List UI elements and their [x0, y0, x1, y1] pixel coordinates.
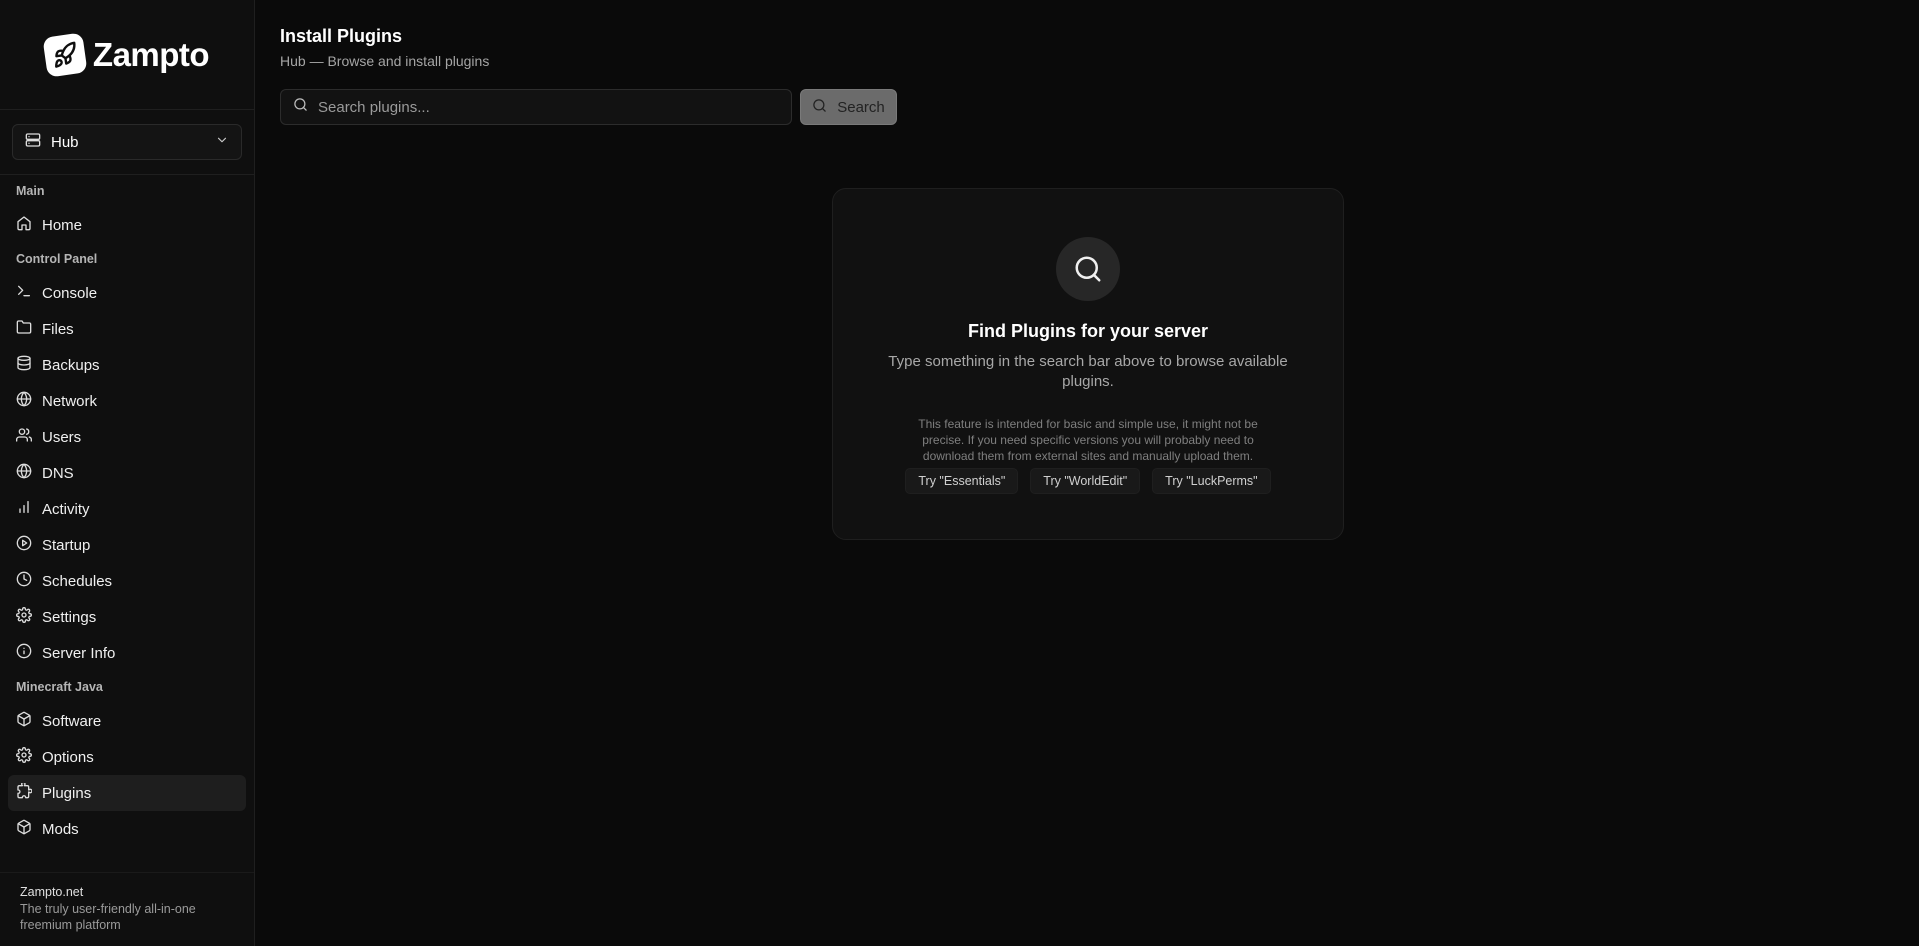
sidebar-item-label: Server Info	[42, 644, 116, 662]
sidebar-item-server-info[interactable]: Server Info	[8, 635, 246, 671]
main-content: Install Plugins Hub — Browse and install…	[255, 0, 1919, 946]
try-luckperms-button[interactable]: Try "LuckPerms"	[1152, 468, 1271, 494]
nav-section-main: Main	[16, 184, 45, 198]
app-root: Zampto Hub Main Home Control Panel Conso…	[0, 0, 1919, 946]
sidebar-item-dns[interactable]: DNS	[8, 455, 246, 491]
empty-state-title: Find Plugins for your server	[967, 321, 1209, 341]
sidebar-item-console[interactable]: Console	[8, 275, 246, 311]
suggestion-row: Try "Essentials" Try "WorldEdit" Try "Lu…	[905, 468, 1271, 494]
sidebar-item-label: Users	[42, 428, 82, 446]
info-icon	[16, 643, 32, 663]
page-subtitle: Hub — Browse and install plugins	[280, 53, 490, 69]
search-icon	[293, 97, 308, 117]
globe-icon	[16, 391, 32, 411]
server-select[interactable]: Hub	[12, 124, 242, 160]
search-button-label: Search	[837, 98, 885, 116]
sidebar-item-software[interactable]: Software	[8, 703, 246, 739]
sidebar-item-label: Settings	[42, 608, 97, 626]
sidebar-item-label: Options	[42, 748, 94, 766]
sidebar-item-label: Mods	[42, 820, 79, 838]
search-field[interactable]	[280, 89, 792, 125]
globe-icon	[16, 463, 32, 483]
users-icon	[16, 427, 33, 447]
home-icon	[16, 215, 32, 235]
sidebar-item-files[interactable]: Files	[8, 311, 246, 347]
search-icon	[1056, 237, 1120, 301]
try-essentials-button[interactable]: Try "Essentials"	[905, 468, 1019, 494]
database-icon	[16, 355, 32, 375]
sidebar-item-label: Console	[42, 284, 98, 302]
sidebar-item-label: Activity	[42, 500, 90, 518]
sidebar-item-label: Schedules	[42, 572, 113, 590]
nav-section-minecraft-java: Minecraft Java	[16, 680, 103, 694]
sidebar-footer: Zampto.net The truly user-friendly all-i…	[0, 872, 254, 946]
puzzle-icon	[16, 781, 33, 803]
sidebar-item-schedules[interactable]: Schedules	[8, 563, 246, 599]
nav-section-control-panel: Control Panel	[16, 252, 98, 266]
search-button[interactable]: Search	[800, 89, 897, 125]
server-select-wrapper: Hub	[0, 110, 254, 175]
empty-state-card: Find Plugins for your server Type someth…	[832, 188, 1344, 540]
sidebar-item-label: Backups	[42, 356, 100, 374]
sidebar-item-activity[interactable]: Activity	[8, 491, 246, 527]
clock-icon	[16, 571, 32, 591]
sidebar-item-options[interactable]: Options	[8, 739, 246, 775]
sidebar-item-network[interactable]: Network	[8, 383, 246, 419]
sidebar-item-plugins[interactable]: Plugins	[8, 775, 246, 811]
sidebar-item-startup[interactable]: Startup	[8, 527, 246, 563]
terminal-icon	[16, 283, 32, 303]
sidebar-item-backups[interactable]: Backups	[8, 347, 246, 383]
sidebar-item-label: DNS	[42, 464, 74, 482]
sidebar-item-home[interactable]: Home	[8, 207, 246, 243]
sidebar-item-users[interactable]: Users	[8, 419, 246, 455]
chevron-down-icon	[215, 133, 229, 151]
search-input[interactable]	[318, 98, 779, 116]
footer-title[interactable]: Zampto.net	[20, 885, 234, 899]
cube-icon	[16, 711, 32, 731]
bar-chart-icon	[16, 499, 32, 519]
search-icon	[812, 98, 827, 117]
server-select-label: Hub	[51, 133, 79, 151]
folder-icon	[16, 319, 32, 339]
try-worldedit-button[interactable]: Try "WorldEdit"	[1030, 468, 1141, 494]
server-icon	[25, 132, 41, 152]
sidebar: Zampto Hub Main Home Control Panel Conso…	[0, 0, 255, 946]
search-row: Search	[280, 89, 1894, 125]
gear-icon	[16, 607, 32, 627]
cube-icon	[16, 819, 32, 839]
sidebar-item-label: Startup	[42, 536, 91, 554]
sidebar-item-label: Plugins	[42, 784, 92, 802]
sidebar-item-label: Network	[42, 392, 98, 410]
rocket-icon	[42, 31, 88, 78]
sidebar-item-settings[interactable]: Settings	[8, 599, 246, 635]
empty-state-description: Type something in the search bar above t…	[888, 353, 1288, 390]
page-title: Install Plugins	[280, 26, 403, 46]
brand-logo[interactable]: Zampto	[0, 0, 254, 110]
sidebar-item-label: Files	[42, 320, 74, 338]
sidebar-item-mods[interactable]: Mods	[8, 811, 246, 847]
empty-state-note: This feature is intended for basic and s…	[918, 417, 1258, 463]
gear-icon	[16, 747, 32, 767]
sidebar-item-label: Software	[42, 712, 102, 730]
play-circle-icon	[16, 535, 32, 555]
footer-subtitle: The truly user-friendly all-in-one freem…	[20, 902, 196, 932]
sidebar-nav: Main Home Control Panel Console Files Ba…	[0, 175, 254, 847]
brand-name: Zampto	[92, 35, 210, 73]
sidebar-item-label: Home	[42, 216, 83, 234]
